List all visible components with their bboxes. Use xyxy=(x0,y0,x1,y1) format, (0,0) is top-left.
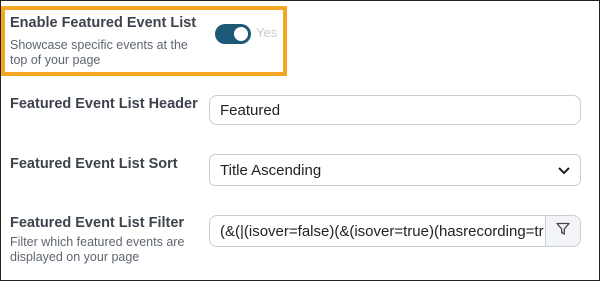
filter-input[interactable]: (&(|(isover=false)(&(isover=true)(hasrec… xyxy=(210,216,545,246)
filter-icon xyxy=(556,222,570,241)
toggle-state-text: Yes xyxy=(256,25,278,40)
filter-button[interactable] xyxy=(545,216,580,246)
filter-field-description: Filter which featured events are display… xyxy=(10,235,185,264)
featured-toggle-label: Enable Featured Event List xyxy=(10,15,197,31)
sort-field-label: Featured Event List Sort xyxy=(10,156,178,172)
header-input[interactable]: Featured xyxy=(209,95,581,125)
toggle-knob xyxy=(234,27,248,41)
featured-toggle-switch[interactable] xyxy=(215,24,251,44)
featured-toggle-description: Showcase specific events at the top of y… xyxy=(10,38,188,67)
filter-field-label: Featured Event List Filter xyxy=(10,215,185,231)
filter-field: (&(|(isover=false)(&(isover=true)(hasrec… xyxy=(209,215,581,247)
header-field-label: Featured Event List Header xyxy=(10,96,198,112)
sort-select[interactable]: Title Ascending xyxy=(209,154,581,186)
sort-select-value: Title Ascending xyxy=(220,161,322,179)
chevron-down-icon xyxy=(558,162,570,178)
